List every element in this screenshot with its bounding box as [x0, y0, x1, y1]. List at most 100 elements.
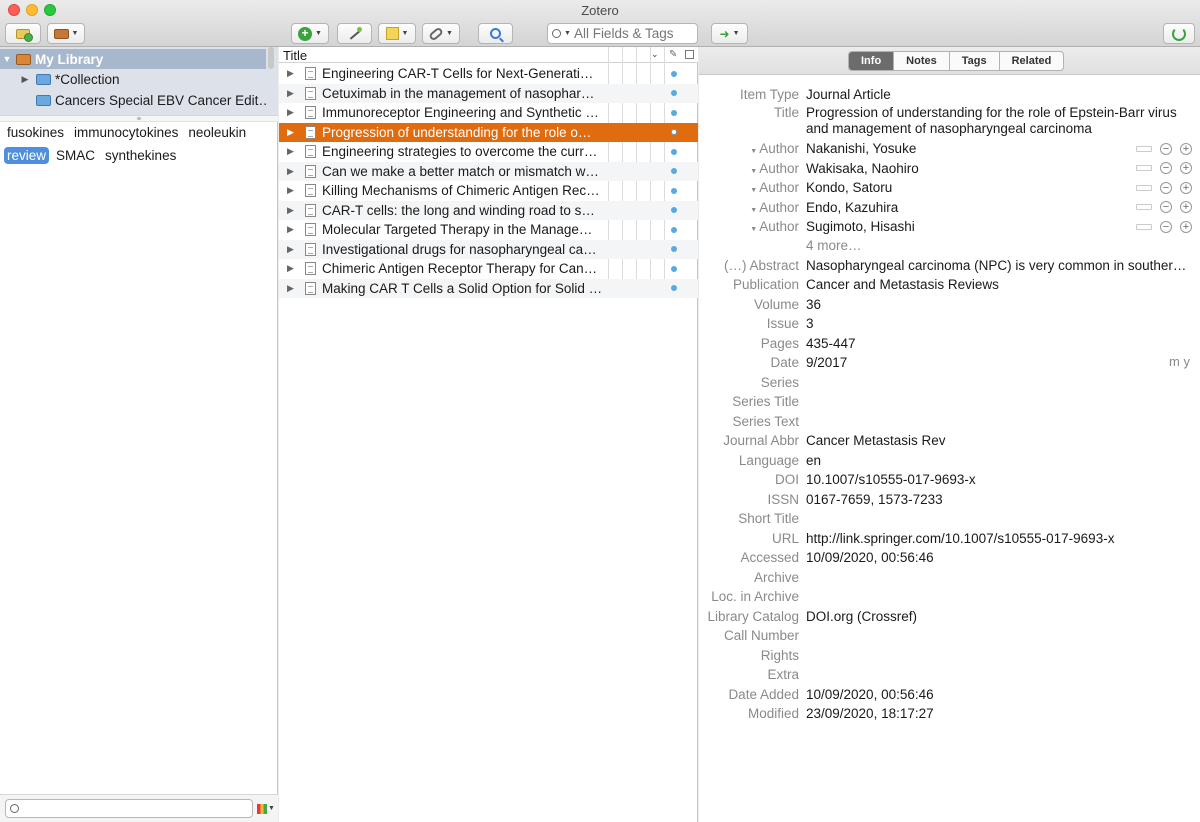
- item-row[interactable]: ▶ CAR-T cells: the long and winding road …: [279, 200, 698, 220]
- search-input[interactable]: [573, 26, 694, 41]
- expanded-triangle-icon[interactable]: ▼: [0, 54, 14, 64]
- item-row[interactable]: ▶ Killing Mechanisms of Chimeric Antigen …: [279, 181, 698, 201]
- attachment-dot-icon[interactable]: [671, 109, 677, 116]
- search-field[interactable]: ▼: [547, 23, 698, 44]
- attachment-dot-icon[interactable]: [671, 129, 677, 136]
- swap-name-icon[interactable]: [1136, 223, 1152, 230]
- item-row[interactable]: ▶ Making CAR T Cells a Solid Option for S…: [279, 278, 698, 298]
- item-row[interactable]: ▶ Investigational drugs for nasopharyngea…: [279, 239, 698, 259]
- locate-button[interactable]: ➜ ▼: [711, 23, 748, 44]
- expand-triangle-icon[interactable]: ▶: [279, 205, 305, 216]
- remove-creator-icon[interactable]: −: [1160, 201, 1172, 214]
- field-value[interactable]: 3: [799, 316, 1189, 331]
- tag-neoleukin[interactable]: neoleukin: [185, 124, 249, 141]
- expand-triangle-icon[interactable]: ▶: [279, 88, 305, 99]
- attachment-dot-icon[interactable]: [671, 90, 677, 97]
- expand-triangle-icon[interactable]: ▶: [279, 127, 305, 138]
- expand-triangle-icon[interactable]: ▶: [279, 166, 305, 177]
- attachment-dot-icon[interactable]: [671, 70, 677, 77]
- item-row[interactable]: ▶ Molecular Targeted Therapy in the Manag…: [279, 220, 698, 240]
- tab-notes[interactable]: Notes: [894, 52, 950, 70]
- swap-name-icon[interactable]: [1136, 165, 1152, 172]
- field-value[interactable]: 0167-7659, 1573-7233: [799, 492, 1189, 507]
- sync-button[interactable]: [1163, 23, 1195, 44]
- tag-review[interactable]: review: [4, 147, 50, 164]
- author-name[interactable]: Kondo, Satoru: [799, 180, 1119, 195]
- item-type-value[interactable]: Journal Article: [799, 87, 1189, 102]
- pane-splitter[interactable]: [0, 115, 278, 122]
- add-attachment-button[interactable]: ▼: [422, 23, 460, 44]
- expand-triangle-icon[interactable]: ▶: [279, 263, 305, 274]
- collection-my-library[interactable]: ▼ My Library: [0, 49, 266, 69]
- collections-scrollbar[interactable]: [268, 47, 274, 69]
- column-title-header[interactable]: Title: [283, 48, 307, 63]
- title-value[interactable]: Progression of understanding for the rol…: [799, 105, 1189, 137]
- tag-actions-icon[interactable]: [257, 804, 267, 814]
- field-value[interactable]: Nasopharyngeal carcinoma (NPC) is very c…: [799, 258, 1189, 273]
- field-value[interactable]: en: [799, 453, 1189, 468]
- swap-name-icon[interactable]: [1136, 204, 1152, 211]
- author-name[interactable]: Wakisaka, Naohiro: [799, 161, 1119, 176]
- field-value[interactable]: DOI.org (Crossref): [799, 609, 1189, 624]
- item-row[interactable]: ▶ Engineering strategies to overcome the …: [279, 142, 698, 162]
- remove-creator-icon[interactable]: −: [1160, 142, 1172, 155]
- field-value[interactable]: http://link.springer.com/10.1007/s10555-…: [799, 531, 1189, 546]
- more-authors-link[interactable]: 4 more…: [806, 238, 862, 253]
- field-value[interactable]: 23/09/2020, 18:17:27: [799, 706, 1189, 721]
- expand-triangle-icon[interactable]: ▶: [279, 107, 305, 118]
- chevron-down-icon[interactable]: ▼: [268, 805, 275, 812]
- attachment-dot-icon[interactable]: [671, 187, 677, 194]
- add-creator-icon[interactable]: +: [1180, 201, 1192, 214]
- expand-triangle-icon[interactable]: ▶: [279, 68, 305, 79]
- attachment-dot-icon[interactable]: [671, 168, 677, 175]
- creator-type-label[interactable]: ▼ Author: [699, 141, 799, 156]
- field-value[interactable]: Cancer Metastasis Rev: [799, 433, 1189, 448]
- attachment-dot-icon[interactable]: [671, 148, 677, 155]
- advanced-search-button[interactable]: [478, 23, 513, 44]
- tag-synthekines[interactable]: synthekines: [102, 147, 179, 164]
- creator-type-label[interactable]: ▼ Author: [699, 200, 799, 215]
- item-row[interactable]: ▶ Immunoreceptor Engineering and Syntheti…: [279, 103, 698, 123]
- tab-info[interactable]: Info: [849, 52, 895, 70]
- tab-tags[interactable]: Tags: [950, 52, 1000, 70]
- field-value[interactable]: 10.1007/s10555-017-9693-x: [799, 472, 1189, 487]
- expand-triangle-icon[interactable]: ▶: [279, 185, 305, 196]
- tag-immunocytokines[interactable]: immunocytokines: [71, 124, 181, 141]
- add-creator-icon[interactable]: +: [1180, 220, 1192, 233]
- add-creator-icon[interactable]: +: [1180, 142, 1192, 155]
- field-value[interactable]: 435-447: [799, 336, 1189, 351]
- collapsed-triangle-icon[interactable]: ▶: [18, 74, 32, 85]
- author-name[interactable]: Endo, Kazuhira: [799, 200, 1119, 215]
- item-row[interactable]: ▶ Chimeric Antigen Receptor Therapy for C…: [279, 259, 698, 279]
- attachment-dot-icon[interactable]: [671, 207, 677, 214]
- creator-type-label[interactable]: ▼ Author: [699, 219, 799, 234]
- attachment-dot-icon[interactable]: [671, 226, 677, 233]
- expand-triangle-icon[interactable]: ▶: [279, 146, 305, 157]
- creator-type-label[interactable]: ▼ Author: [699, 161, 799, 176]
- author-name[interactable]: Sugimoto, Hisashi: [799, 219, 1119, 234]
- search-mode-chevron-icon[interactable]: ▼: [564, 30, 571, 37]
- new-collection-button[interactable]: [5, 23, 41, 44]
- expand-triangle-icon[interactable]: ▶: [279, 244, 305, 255]
- new-item-button[interactable]: + ▼: [291, 23, 329, 44]
- expand-triangle-icon[interactable]: ▶: [279, 283, 305, 294]
- field-value[interactable]: 10/09/2020, 00:56:46: [799, 550, 1189, 565]
- field-value[interactable]: 10/09/2020, 00:56:46: [799, 687, 1189, 702]
- field-value[interactable]: Cancer and Metastasis Reviews: [799, 277, 1189, 292]
- remove-creator-icon[interactable]: −: [1160, 220, 1172, 233]
- field-value[interactable]: 36: [799, 297, 1189, 312]
- attachment-dot-icon[interactable]: [671, 246, 677, 253]
- expand-triangle-icon[interactable]: ▶: [279, 224, 305, 235]
- remove-creator-icon[interactable]: −: [1160, 162, 1172, 175]
- tag-smac[interactable]: SMAC: [53, 147, 98, 164]
- add-creator-icon[interactable]: +: [1180, 162, 1192, 175]
- add-creator-icon[interactable]: +: [1180, 181, 1192, 194]
- tag-fusokines[interactable]: fusokines: [4, 124, 67, 141]
- sort-chevron-icon[interactable]: ⌄: [651, 49, 659, 60]
- item-row[interactable]: ▶ Progression of understanding for the ro…: [279, 122, 698, 142]
- author-name[interactable]: Nakanishi, Yosuke: [799, 141, 1119, 156]
- item-row[interactable]: ▶ Engineering CAR-T Cells for Next-Genera…: [279, 64, 698, 84]
- library-actions-button[interactable]: ▼: [47, 23, 85, 44]
- attachment-dot-icon[interactable]: [671, 285, 677, 292]
- attachment-column-icon[interactable]: ✎: [669, 49, 677, 60]
